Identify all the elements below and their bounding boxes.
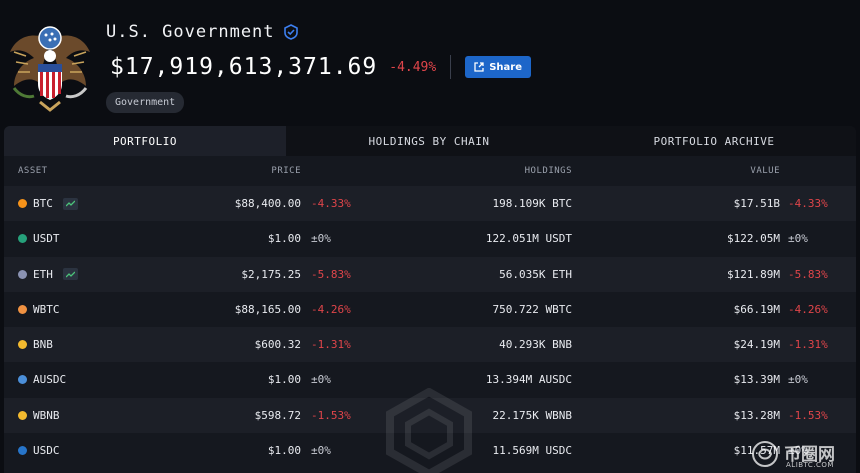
divider <box>450 55 452 79</box>
holdings-cell: 22.175K WBNB <box>492 408 572 422</box>
us-government-seal-icon <box>10 26 90 112</box>
value-cell: $17.51B <box>733 197 780 210</box>
price-cell: $600.32 <box>254 338 301 352</box>
value-change-cell: -4.26% <box>788 302 828 316</box>
table-row[interactable]: USDT $1.00 ±0% 122.051M USDT $122.05M ±0… <box>4 221 856 257</box>
portfolio-panel: PORTFOLIO HOLDINGS BY CHAIN PORTFOLIO AR… <box>4 126 856 473</box>
coin-icon <box>18 199 27 208</box>
asset-cell[interactable]: USDT <box>18 232 60 245</box>
price-cell: $88,400.00 <box>234 197 301 210</box>
value-change-cell: -1.31% <box>788 338 828 352</box>
value-cell: $24.19M <box>733 338 780 352</box>
portfolio-tabs: PORTFOLIO HOLDINGS BY CHAIN PORTFOLIO AR… <box>4 126 856 156</box>
site-watermark: 币圈网 ALIBTC.COM <box>748 437 860 473</box>
site-watermark-logo-icon <box>752 441 778 467</box>
share-button[interactable]: Share <box>465 56 532 78</box>
site-watermark-url: ALIBTC.COM <box>786 461 834 469</box>
value-change-cell: ±0% <box>788 373 808 387</box>
asset-symbol: ETH <box>33 267 53 281</box>
holdings-cell: 56.035K ETH <box>499 267 572 281</box>
asset-cell[interactable]: USDC <box>18 444 60 457</box>
asset-symbol: BNB <box>33 338 53 352</box>
price-cell: $2,175.25 <box>241 267 301 281</box>
price-cell: $598.72 <box>254 408 301 422</box>
tab-portfolio[interactable]: PORTFOLIO <box>4 126 286 156</box>
external-share-icon <box>474 62 484 72</box>
trending-chart-icon[interactable] <box>62 197 78 210</box>
value-cell: $122.05M <box>727 232 780 246</box>
asset-symbol: USDC <box>33 444 60 458</box>
column-holdings[interactable]: HOLDINGS <box>525 166 572 176</box>
holdings-cell: 13.394M AUSDC <box>485 373 572 387</box>
share-button-label: Share <box>489 61 523 73</box>
coin-icon <box>18 269 27 279</box>
arkham-logo-watermark-icon <box>386 388 472 473</box>
asset-symbol: WBTC <box>33 302 60 316</box>
coin-icon <box>18 446 27 456</box>
holdings-cell: 750.722 WBTC <box>492 302 572 316</box>
price-cell: $1.00 <box>267 444 301 458</box>
coin-icon <box>18 234 27 244</box>
price-change-cell: -1.53% <box>311 408 351 422</box>
table-row[interactable]: WBTC $88,165.00 -4.26% 750.722 WBTC $66.… <box>4 291 856 328</box>
price-change-cell: -4.26% <box>311 302 351 316</box>
asset-symbol: BTC <box>33 197 53 210</box>
table-row[interactable]: ETH $2,175.25 -5.83% 56.035K ETH $121.89… <box>4 256 856 292</box>
value-change-cell: -1.53% <box>788 408 828 422</box>
holdings-cell: 122.051M USDT <box>485 232 572 246</box>
table-row[interactable]: BTC $88,400.00 -4.33% 198.109K BTC $17.5… <box>4 186 856 222</box>
value-cell: $66.19M <box>733 302 780 316</box>
asset-cell[interactable]: BTC <box>18 197 78 210</box>
entity-tag[interactable]: Government <box>106 92 185 113</box>
holdings-cell: 40.293K BNB <box>499 338 572 352</box>
asset-cell[interactable]: BNB <box>18 338 53 351</box>
entity-name: U.S. Government <box>106 22 275 42</box>
value-cell: $13.39M <box>733 373 780 387</box>
total-portfolio-value: $17,919,613,371.69 <box>110 54 378 80</box>
coin-icon <box>18 375 27 385</box>
tab-portfolio-archive[interactable]: PORTFOLIO ARCHIVE <box>572 126 856 156</box>
asset-symbol: WBNB <box>33 408 60 422</box>
table-row[interactable]: BNB $600.32 -1.31% 40.293K BNB $24.19M -… <box>4 327 856 363</box>
value-change-cell: -5.83% <box>788 267 828 281</box>
holdings-cell: 198.109K BTC <box>492 197 572 210</box>
coin-icon <box>18 304 27 314</box>
asset-cell[interactable]: ETH <box>18 268 78 281</box>
price-cell: $1.00 <box>267 373 301 387</box>
table-header: ASSET PRICE HOLDINGS VALUE <box>4 156 856 186</box>
price-change-cell: ±0% <box>311 232 331 246</box>
column-price[interactable]: PRICE <box>271 166 301 176</box>
entity-title-row: U.S. Government <box>106 22 299 42</box>
coin-icon <box>18 410 27 420</box>
holdings-cell: 11.569M USDC <box>492 444 572 458</box>
asset-symbol: USDT <box>33 232 60 246</box>
price-change-cell: -1.31% <box>311 338 351 352</box>
tab-holdings-by-chain[interactable]: HOLDINGS BY CHAIN <box>286 126 572 156</box>
total-portfolio-change: -4.49% <box>389 59 437 75</box>
asset-cell[interactable]: WBTC <box>18 303 60 316</box>
value-change-cell: ±0% <box>788 232 808 246</box>
price-cell: $88,165.00 <box>234 302 301 316</box>
asset-cell[interactable]: WBNB <box>18 409 60 422</box>
price-change-cell: ±0% <box>311 373 331 387</box>
entity-value-row: $17,919,613,371.69 -4.49% Share <box>110 54 532 80</box>
entity-header: U.S. Government $17,919,613,371.69 -4.49… <box>0 0 860 126</box>
value-cell: $121.89M <box>727 267 780 281</box>
asset-cell[interactable]: AUSDC <box>18 373 66 386</box>
trending-chart-icon[interactable] <box>62 268 78 281</box>
column-asset[interactable]: ASSET <box>18 166 48 176</box>
price-change-cell: ±0% <box>311 444 331 458</box>
verified-badge-icon <box>283 24 298 40</box>
coin-icon <box>18 340 27 350</box>
column-value[interactable]: VALUE <box>750 166 780 176</box>
asset-symbol: AUSDC <box>33 373 67 387</box>
value-change-cell: -4.33% <box>788 197 828 210</box>
price-cell: $1.00 <box>267 232 301 246</box>
value-cell: $13.28M <box>733 408 780 422</box>
price-change-cell: -4.33% <box>311 197 351 210</box>
price-change-cell: -5.83% <box>311 267 351 281</box>
